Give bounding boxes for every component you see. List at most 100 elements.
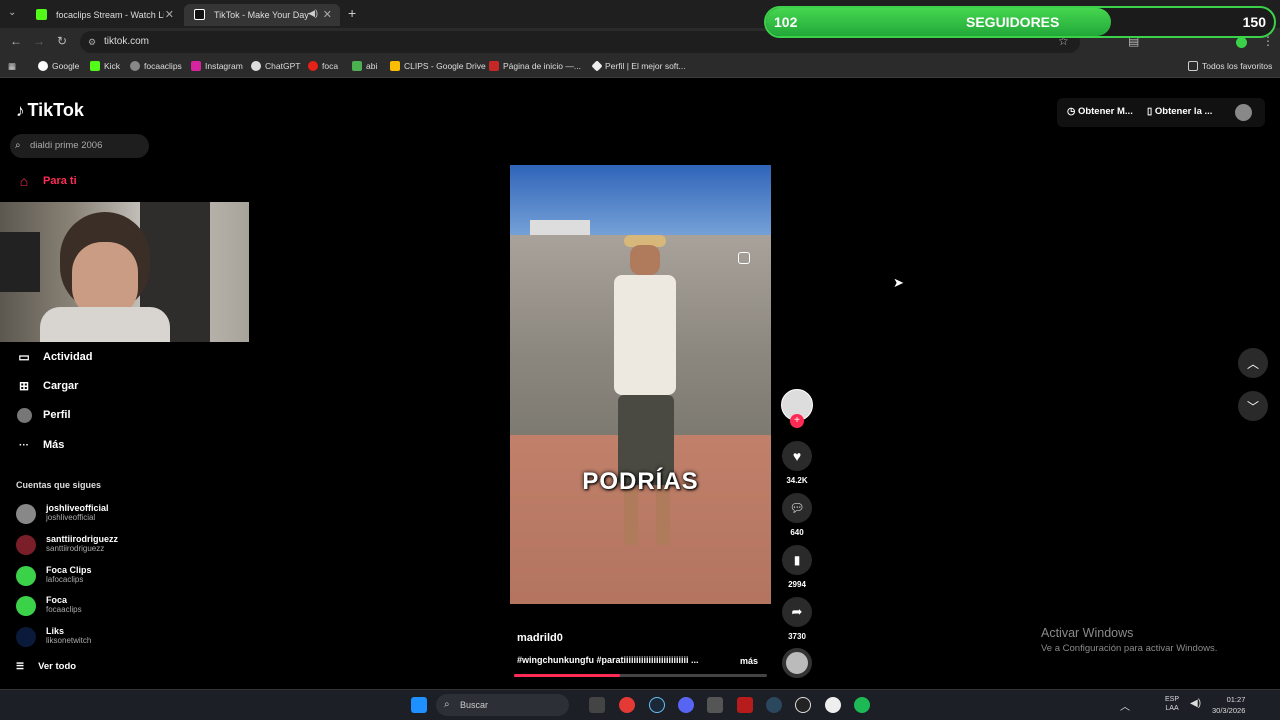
avatar <box>16 627 36 647</box>
previous-video-button[interactable]: ︿ <box>1238 348 1268 378</box>
tab-list-icon[interactable]: ⌄ <box>8 7 16 18</box>
bookmark-kick[interactable]: Kick <box>90 61 120 71</box>
apps-grid-icon[interactable]: ▦ <box>8 61 16 72</box>
windows-taskbar: ⌕ Buscar ︿ ESP LAA ◀) 01:27 30/3/2026 <box>0 689 1280 720</box>
following-account[interactable]: Foca focaaclips <box>16 595 216 621</box>
more-link[interactable]: más <box>740 656 758 666</box>
steam-icon[interactable] <box>649 697 665 713</box>
bookmark-pagina-inicio[interactable]: Página de inicio —... <box>489 61 581 71</box>
get-app-button[interactable]: ▯ Obtener la ... <box>1147 106 1212 117</box>
next-video-button[interactable]: ﹀ <box>1238 391 1268 421</box>
video-player[interactable]: PODRÍAS <box>510 165 771 604</box>
video-description: #wingchunkungfu #paratiiiiiiiiiiiiiiiiii… <box>517 655 699 665</box>
user-avatar[interactable] <box>1235 104 1252 121</box>
profile-avatar[interactable] <box>1236 37 1247 48</box>
like-button[interactable]: ♥ <box>782 441 812 471</box>
share-button[interactable]: ➦ <box>782 597 812 627</box>
site-info-icon[interactable]: ⚙ <box>88 31 96 53</box>
follower-goal-overlay: 102 SEGUIDORES 150 <box>764 6 1276 38</box>
video-person <box>610 235 680 555</box>
instagram-icon <box>738 252 750 264</box>
reload-icon[interactable]: ↻ <box>57 34 67 48</box>
taskbar-search-input[interactable]: ⌕ Buscar <box>436 694 569 716</box>
nav-upload[interactable]: ⊞ Cargar <box>16 378 79 394</box>
windows-start-icon[interactable] <box>411 697 427 713</box>
discord-icon[interactable] <box>678 697 694 713</box>
all-bookmarks-folder[interactable]: Todos los favoritos <box>1188 61 1272 71</box>
task-view-icon[interactable] <box>589 697 605 713</box>
bookmark-focaaclips[interactable]: focaaclips <box>130 61 182 71</box>
video-progress-bar[interactable] <box>514 674 767 677</box>
following-header: Cuentas que sigues <box>16 480 102 490</box>
search-icon: ⌕ <box>444 699 450 710</box>
bookmark-abi[interactable]: abi <box>352 61 377 71</box>
chevron-down-icon: ﹀ <box>1246 399 1259 414</box>
bookmark-google[interactable]: Google <box>38 61 79 71</box>
volume-icon[interactable]: ◀) <box>1190 698 1201 709</box>
app-g-icon[interactable] <box>825 697 841 713</box>
chevron-up-icon: ︿ <box>1246 356 1259 371</box>
url-text: tiktok.com <box>104 36 150 47</box>
following-account[interactable]: santtiirodriguezz santtiirodriguezz <box>16 534 216 560</box>
chrome-icon[interactable] <box>619 697 635 713</box>
upload-plus-icon: ⊞ <box>18 379 30 393</box>
following-account[interactable]: Liks liksonetwitch <box>16 626 216 652</box>
following-account[interactable]: joshliveofficial joshliveofficial <box>16 503 216 529</box>
comment-icon: 💬︎ <box>789 501 805 515</box>
taskbar-clock[interactable]: 01:27 30/3/2026 <box>1212 694 1245 716</box>
get-coins-button[interactable]: ◷ Obtener M... <box>1067 106 1133 117</box>
forward-icon[interactable]: → <box>33 34 45 48</box>
avatar <box>16 535 36 555</box>
steam-alt-icon[interactable] <box>766 697 782 713</box>
activate-windows-subtitle: Ve a Configuración para activar Windows. <box>1041 643 1218 654</box>
top-right-actions: ◷ Obtener M... ▯ Obtener la ... <box>1057 98 1265 127</box>
save-button[interactable]: ▮ <box>782 545 812 575</box>
tab-title: TikTok - Make Your Day <box>214 10 309 20</box>
plus-icon[interactable]: + <box>348 5 356 21</box>
nav-for-you[interactable]: ⌂ Para ti <box>16 173 77 189</box>
close-icon[interactable]: ✕ <box>323 8 332 21</box>
bookmark-instagram[interactable]: Instagram <box>191 61 243 71</box>
obs-icon[interactable] <box>795 697 811 713</box>
back-icon[interactable]: ← <box>10 34 22 48</box>
avatar <box>16 596 36 616</box>
follower-count: 102 <box>774 14 798 30</box>
bookmark-foca[interactable]: foca <box>308 61 338 71</box>
tiktok-logo[interactable]: ♪ TikTok <box>16 100 84 121</box>
nav-profile[interactable]: Perfil <box>16 407 71 423</box>
close-icon[interactable]: ✕ <box>165 8 174 21</box>
speaker-icon[interactable]: ◀) <box>308 8 318 19</box>
inbox-icon: ▭ <box>18 350 30 364</box>
avatar <box>16 504 36 524</box>
list-icon: ☰ <box>16 661 25 671</box>
search-input[interactable]: ⌕ dialdi prime 2006 <box>10 134 149 158</box>
clip-studio-icon[interactable] <box>737 697 753 713</box>
tab-focaclips[interactable]: focaclips Stream - Watch Live o ✕ <box>26 4 182 26</box>
bookmark-chatgpt[interactable]: ChatGPT <box>251 61 300 71</box>
streamer-webcam <box>0 202 249 342</box>
follow-plus-icon[interactable]: + <box>790 414 804 428</box>
see-all-link[interactable]: ☰ Ver todo <box>16 661 76 672</box>
nav-more[interactable]: ··· Más <box>16 437 64 453</box>
following-account[interactable]: Foca Clips lafocaclips <box>16 565 216 591</box>
music-disc-avatar[interactable] <box>782 648 812 678</box>
bookmark-google-drive[interactable]: CLIPS - Google Drive <box>390 61 486 71</box>
tray-chevron-icon[interactable]: ︿ <box>1120 698 1130 713</box>
tiktok-favicon-icon <box>194 9 205 20</box>
home-icon: ⌂ <box>19 173 29 189</box>
tab-title: focaclips Stream - Watch Live o <box>56 10 164 20</box>
nav-activity[interactable]: ▭ Actividad <box>16 349 92 365</box>
follower-progress-fill <box>766 8 1112 36</box>
save-count: 2994 <box>788 580 806 589</box>
spotify-icon[interactable] <box>854 697 870 713</box>
bookmark-icon: ▮ <box>793 553 801 567</box>
comment-button[interactable]: 💬︎ <box>782 493 812 523</box>
mouse-cursor-icon: ➤ <box>893 275 904 290</box>
video-author[interactable]: madrild0 <box>517 632 563 644</box>
language-indicator[interactable]: ESP LAA <box>1165 695 1179 713</box>
search-icon: ⌕ <box>15 140 21 151</box>
profile-avatar-icon <box>16 407 32 423</box>
bookmark-perfil[interactable]: Perfil | El mejor soft... <box>591 60 686 72</box>
app-icon[interactable] <box>707 697 723 713</box>
tab-tiktok[interactable]: TikTok - Make Your Day ◀) ✕ <box>184 4 340 26</box>
